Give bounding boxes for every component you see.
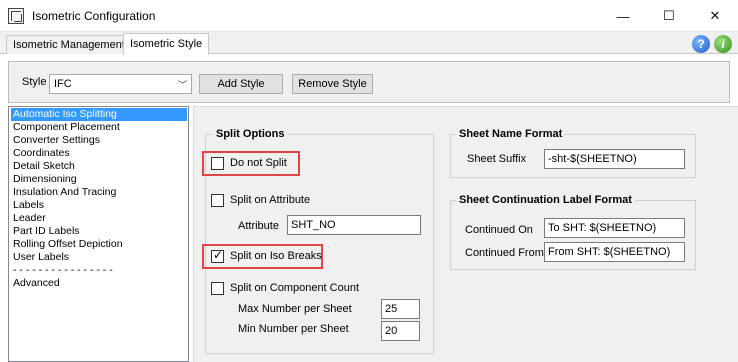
list-item-detail-sketch[interactable]: Detail Sketch (11, 160, 187, 173)
split-on-attribute-label: Split on Attribute (230, 194, 311, 206)
min-per-sheet-label: Min Number per Sheet (238, 323, 349, 335)
list-item-labels[interactable]: Labels (11, 199, 187, 212)
do-not-split-checkbox[interactable] (211, 157, 224, 170)
remove-style-button[interactable]: Remove Style (292, 74, 373, 94)
sheet-suffix-label: Sheet Suffix (467, 153, 527, 165)
tab-isometric-style[interactable]: Isometric Style (123, 33, 210, 55)
chevron-down-icon: ﹀ (177, 80, 187, 90)
list-item-leader[interactable]: Leader (11, 212, 187, 225)
info-icon[interactable]: i (714, 35, 732, 53)
split-options-title: Split Options (213, 128, 288, 140)
window-title: Isometric Configuration (32, 9, 156, 23)
help-icon[interactable]: ? (692, 35, 710, 53)
tab-isometric-management[interactable]: Isometric Management (6, 35, 132, 54)
list-item-rolling-offset-depiction[interactable]: Rolling Offset Depiction (11, 238, 187, 251)
continued-from-input[interactable]: From SHT: $(SHEETNO) (544, 242, 685, 262)
max-per-sheet-input[interactable]: 25 (381, 299, 420, 319)
max-per-sheet-label: Max Number per Sheet (238, 303, 352, 315)
attribute-input[interactable]: SHT_NO (287, 215, 421, 235)
list-item-part-id-labels[interactable]: Part ID Labels (11, 225, 187, 238)
continuation-label-title: Sheet Continuation Label Format (456, 194, 635, 206)
split-on-component-count-label: Split on Component Count (230, 282, 360, 294)
minimize-button[interactable]: — (600, 0, 646, 32)
app-icon (8, 8, 24, 24)
style-label: Style (22, 76, 47, 88)
list-item-coordinates[interactable]: Coordinates (11, 147, 187, 160)
split-on-component-count-checkbox[interactable] (211, 282, 224, 295)
list-item-converter-settings[interactable]: Converter Settings (11, 134, 187, 147)
split-on-attribute-checkbox[interactable] (211, 194, 224, 207)
list-item-advanced[interactable]: Advanced (11, 277, 187, 290)
split-on-iso-breaks-label: Split on Iso Breaks (230, 250, 322, 262)
close-button[interactable]: ✕ (692, 0, 738, 32)
maximize-button[interactable]: ☐ (646, 0, 692, 32)
list-item-insulation-and-tracing[interactable]: Insulation And Tracing (11, 186, 187, 199)
attribute-label: Attribute (238, 220, 279, 232)
list-item-component-placement[interactable]: Component Placement (11, 121, 187, 134)
style-select[interactable]: IFC ﹀ (49, 74, 192, 94)
continued-from-label: Continued From (465, 247, 544, 259)
continued-on-label: Continued On (465, 224, 533, 236)
do-not-split-label: Do not Split (230, 157, 287, 169)
list-item-automatic-iso-splitting[interactable]: Automatic Iso Splitting (11, 108, 187, 121)
min-per-sheet-input[interactable]: 20 (381, 321, 420, 341)
list-item-dimensioning[interactable]: Dimensioning (11, 173, 187, 186)
style-select-value: IFC (54, 78, 72, 90)
split-on-iso-breaks-checkbox[interactable] (211, 248, 224, 263)
list-separator: - - - - - - - - - - - - - - - - (13, 264, 113, 276)
add-style-button[interactable]: Add Style (199, 74, 283, 94)
category-list[interactable]: Automatic Iso Splitting Component Placem… (8, 106, 189, 362)
continued-on-input[interactable]: To SHT: $(SHEETNO) (544, 218, 685, 238)
list-item-user-labels[interactable]: User Labels (11, 251, 187, 264)
sheet-name-format-title: Sheet Name Format (456, 128, 566, 140)
sheet-suffix-input[interactable]: -sht-$(SHEETNO) (544, 149, 685, 169)
